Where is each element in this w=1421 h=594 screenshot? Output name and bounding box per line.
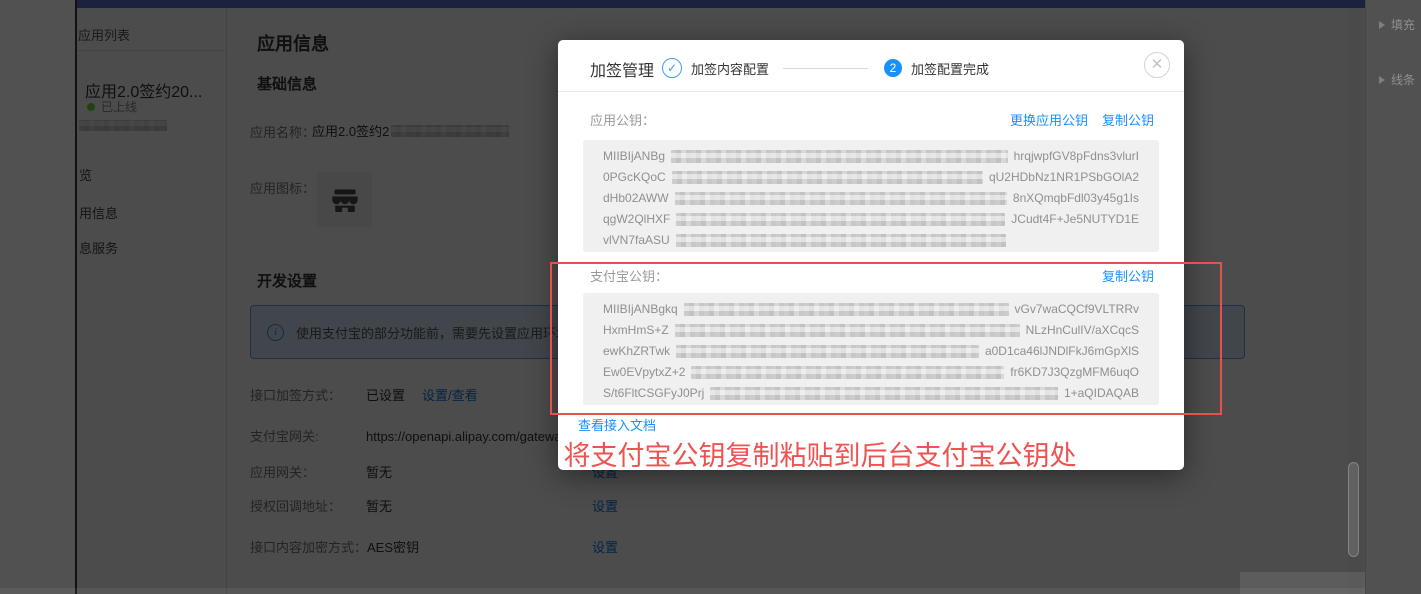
bottom-strip xyxy=(0,588,1421,594)
step-2-circle: 2 xyxy=(884,59,903,77)
editor-tool-panel: 填充 线条 xyxy=(1365,0,1421,594)
app-key-label: 应用公钥： xyxy=(590,113,656,128)
step-1-label: 加签内容配置 xyxy=(691,61,770,77)
redacted-key-segment xyxy=(676,213,1006,226)
panel-item-fill[interactable]: 填充 xyxy=(1379,16,1415,33)
collapse-triangle-icon xyxy=(1379,20,1385,29)
key-text: dHb02AWW xyxy=(603,191,669,205)
app-key-header: 应用公钥： 更换应用公钥 复制公钥 xyxy=(590,110,1154,129)
step-connector xyxy=(783,67,869,69)
step-2-label: 加签配置完成 xyxy=(911,61,990,77)
dialog-title: 加签管理 xyxy=(590,63,655,80)
key-text: 8nXQmqbFdl03y45g1Is xyxy=(1012,191,1139,205)
key-text: vlVN7faASU xyxy=(603,233,670,247)
annotation-rectangle xyxy=(550,262,1222,415)
app-key-box: MIIBIjANBg hrqjwpfGV8pFdns3vlurI 0PGcKQoC… xyxy=(583,140,1159,252)
scrollbar-thumb[interactable] xyxy=(1348,462,1359,557)
collapse-triangle-icon xyxy=(1379,75,1385,84)
panel-item-line[interactable]: 线条 xyxy=(1379,71,1415,88)
redacted-key-segment xyxy=(671,150,1008,163)
screenshot-canvas: 应用列表 应用2.0签约20... 已上线 览 用信息 息服务 应用信息 基础信… xyxy=(0,0,1421,594)
key-text: qU2HDbNz1NR1PSbGOlA2 xyxy=(988,170,1139,184)
replace-app-key-link[interactable]: 更换应用公钥 xyxy=(1010,113,1088,128)
key-text: qgW2QlHXF xyxy=(603,212,671,226)
dialog-header: 加签管理 ✓ 加签内容配置 2 加签配置完成 ✕ xyxy=(558,40,1184,92)
step-indicator: ✓ 加签内容配置 2 加签配置完成 xyxy=(662,50,989,86)
panel-item-label: 填充 xyxy=(1391,18,1416,32)
panel-item-label: 线条 xyxy=(1391,73,1416,87)
key-text: MIIBIjANBg xyxy=(603,149,666,163)
redacted-key-segment xyxy=(675,234,1006,247)
redacted-key-segment xyxy=(671,171,983,184)
key-text: hrqjwpfGV8pFdns3vlurI xyxy=(1013,149,1139,163)
check-circle-icon: ✓ xyxy=(662,58,682,78)
close-icon[interactable]: ✕ xyxy=(1144,52,1170,78)
key-text: 0PGcKQoC xyxy=(603,170,666,184)
view-docs-link[interactable]: 查看接入文档 xyxy=(578,415,656,434)
redacted-key-segment xyxy=(674,192,1007,205)
annotation-caption: 将支付宝公钥复制粘贴到后台支付宝公钥处 xyxy=(563,441,1077,471)
copy-app-key-link[interactable]: 复制公钥 xyxy=(1102,113,1154,128)
key-text: JCudt4F+Je5NUTYD1E xyxy=(1011,212,1139,226)
